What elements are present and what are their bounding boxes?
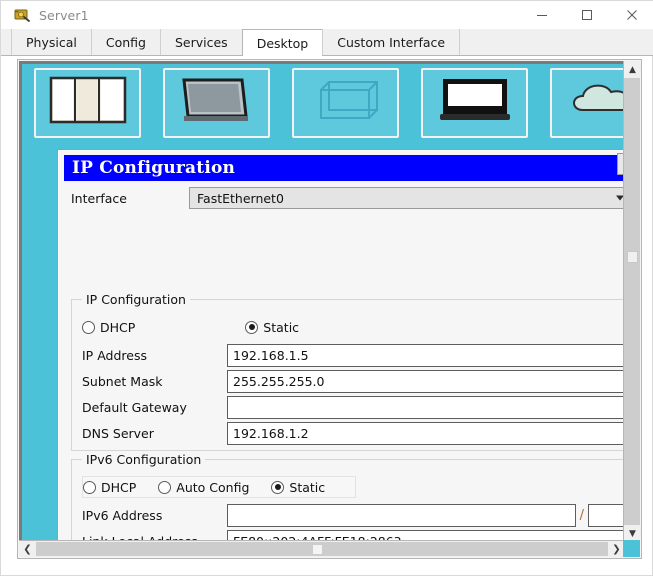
ipv4-group-legend: IP Configuration — [82, 292, 190, 307]
horizontal-scrollbar-track[interactable] — [36, 542, 608, 556]
tab-custom-interface[interactable]: Custom Interface — [322, 29, 461, 55]
ipv4-radio-static[interactable]: Static — [245, 320, 315, 335]
tab-label: Desktop — [256, 35, 309, 51]
default-gateway-input[interactable] — [227, 395, 624, 419]
ipv6-configuration-group: IPv6 Configuration DHCP Auto Config Stat… — [71, 452, 625, 542]
obscured-background-content — [22, 64, 44, 542]
desktop-tile-dial-up[interactable] — [163, 68, 270, 138]
ipv6-group-legend: IPv6 Configuration — [82, 452, 206, 467]
desktop-horizontal-scrollbar[interactable]: ❮ ❯ — [19, 540, 625, 557]
radio-label: DHCP — [100, 319, 136, 335]
close-icon[interactable] — [609, 1, 653, 29]
ipv4-configuration-group: IP Configuration DHCP Static IP Address … — [71, 292, 625, 451]
radio-label: Auto Config — [176, 479, 250, 495]
ipv4-mode-radio-group: DHCP Static — [82, 316, 321, 338]
dial-up-icon — [178, 76, 256, 132]
radio-label: Static — [289, 479, 326, 495]
field-label: IP Address — [82, 347, 147, 363]
ipv6-radio-static[interactable]: Static — [271, 480, 341, 495]
tab-label: Services — [174, 34, 228, 50]
radio-indicator — [83, 480, 96, 494]
tab-label: Config — [105, 34, 146, 50]
interface-select[interactable]: FastEthernet0 — [189, 187, 625, 209]
tab-label: Custom Interface — [337, 34, 446, 50]
ipv6-address-input[interactable] — [227, 503, 576, 527]
radio-indicator-selected — [245, 320, 259, 334]
window-titlebar: Server1 — [1, 1, 653, 29]
desktop-tile-terminal[interactable] — [292, 68, 399, 138]
tab-label: Physical — [26, 34, 77, 50]
tab-services[interactable]: Services — [159, 29, 243, 55]
chevron-up-icon[interactable]: ▲ — [624, 61, 641, 78]
desktop-panel: IP Configuration X Interface FastEtherne… — [17, 59, 642, 559]
radio-indicator-selected — [271, 480, 285, 494]
ipv4-field-subnet-mask: Subnet Mask 255.255.255.0 — [82, 368, 624, 394]
tab-bar: Physical Config Services Desktop Custom … — [1, 29, 653, 56]
horizontal-scrollbar-thumb[interactable] — [312, 544, 323, 555]
server-device-icon — [13, 6, 31, 24]
scrollbar-corner — [623, 540, 640, 557]
ipv4-field-dns-server: DNS Server 192.168.1.2 — [82, 420, 624, 446]
terminal-icon — [307, 76, 385, 132]
radio-indicator — [158, 480, 172, 494]
subnet-mask-input[interactable]: 255.255.255.0 — [227, 369, 624, 393]
ipv6-prefix-separator: / — [579, 507, 584, 523]
desktop-tile-command-prompt[interactable] — [421, 68, 528, 138]
field-label: IPv6 Address — [82, 507, 163, 523]
interface-row: Interface FastEthernet0 — [71, 185, 625, 211]
ip-configuration-icon — [49, 76, 127, 132]
minimize-icon[interactable] — [519, 1, 564, 29]
ipv6-field-address: IPv6 Address / — [82, 502, 624, 528]
window-controls — [519, 1, 653, 29]
command-prompt-icon — [436, 76, 514, 132]
radio-indicator — [82, 320, 95, 334]
window-title: Server1 — [39, 7, 89, 23]
desktop-tile-web-browser[interactable] — [550, 68, 625, 138]
ipv4-field-ip-address: IP Address 192.168.1.5 — [82, 342, 624, 368]
field-label: DNS Server — [82, 425, 154, 441]
dialog-titlebar: IP Configuration — [64, 155, 625, 181]
maximize-icon[interactable] — [564, 1, 609, 29]
radio-label: DHCP — [101, 479, 137, 495]
field-label: Subnet Mask — [82, 373, 163, 389]
dialog-title: IP Configuration — [72, 158, 236, 178]
tab-config[interactable]: Config — [90, 29, 161, 55]
web-browser-icon — [565, 76, 625, 132]
ipv6-radio-auto-config[interactable]: Auto Config — [158, 480, 265, 495]
ipv6-radio-dhcp[interactable]: DHCP — [83, 480, 152, 495]
ipv4-radio-dhcp[interactable]: DHCP — [82, 320, 151, 335]
chevron-left-icon[interactable]: ❮ — [19, 541, 36, 558]
radio-label: Static — [263, 319, 300, 335]
ip-configuration-dialog: IP Configuration X Interface FastEtherne… — [58, 150, 625, 542]
ipv6-prefix-length-input[interactable] — [588, 503, 624, 527]
interface-selected-value: FastEthernet0 — [197, 190, 284, 206]
desktop-tile-ip-configuration[interactable] — [34, 68, 141, 138]
dns-server-input[interactable]: 192.168.1.2 — [227, 421, 624, 445]
vertical-scrollbar-thumb[interactable] — [627, 251, 638, 263]
desktop-app-tiles — [34, 68, 625, 138]
desktop-vertical-scrollbar[interactable]: ▲ ▼ — [623, 61, 641, 542]
server-properties-window: Server1 Physical Config Services Desktop… — [0, 0, 653, 576]
desktop-canvas: IP Configuration X Interface FastEtherne… — [19, 61, 625, 542]
interface-label: Interface — [71, 190, 127, 206]
ip-address-input[interactable]: 192.168.1.5 — [227, 343, 624, 367]
ipv4-field-default-gateway: Default Gateway — [82, 394, 624, 420]
ipv6-mode-radio-group: DHCP Auto Config Static — [82, 476, 357, 498]
field-label: Default Gateway — [82, 399, 187, 415]
tab-physical[interactable]: Physical — [11, 29, 92, 55]
tab-desktop[interactable]: Desktop — [241, 29, 324, 56]
